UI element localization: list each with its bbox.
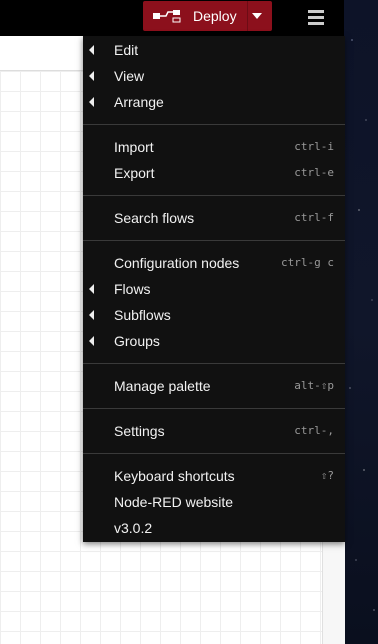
menu-item-version[interactable]: v3.0.2 [83,516,345,540]
caret-left-icon [89,310,94,320]
shortcut-label: ctrl-e [294,166,334,179]
hamburger-menu-icon[interactable] [300,4,332,30]
menu-label: Node-RED website [114,494,234,510]
shortcut-label: alt-⇧p [294,379,334,392]
menu-label: Flows [114,281,151,297]
menu-item-import[interactable]: Import ctrl-i [83,135,345,159]
menu-bar [308,15,324,19]
menu-divider [83,408,345,409]
shortcut-label: ctrl-f [294,211,334,224]
menu-item-search-flows[interactable]: Search flows ctrl-f [83,206,345,230]
caret-left-icon [89,45,94,55]
menu-item-settings[interactable]: Settings ctrl-, [83,419,345,443]
caret-left-icon [89,336,94,346]
menu-label: Settings [114,423,165,439]
menu-item-node-red-website[interactable]: Node-RED website [83,490,345,514]
menu-divider [83,240,345,241]
menu-item-edit[interactable]: Edit [83,38,345,62]
menu-label: Search flows [114,210,195,226]
menu-label: Subflows [114,307,171,323]
menu-item-configuration-nodes[interactable]: Configuration nodes ctrl-g c [83,251,345,275]
caret-left-icon [89,284,94,294]
menu-label: Groups [114,333,160,349]
menu-item-subflows[interactable]: Subflows [83,303,345,327]
menu-item-flows[interactable]: Flows [83,277,345,301]
menu-item-manage-palette[interactable]: Manage palette alt-⇧p [83,374,345,398]
caret-left-icon [89,97,94,107]
menu-divider [83,195,345,196]
menu-label: Configuration nodes [114,255,240,271]
deploy-button[interactable]: Deploy [143,1,272,31]
header-bar: Deploy [0,0,344,36]
menu-bar [308,21,324,25]
menu-item-keyboard-shortcuts[interactable]: Keyboard shortcuts ⇧? [83,464,345,488]
menu-item-groups[interactable]: Groups [83,329,345,353]
menu-item-arrange[interactable]: Arrange [83,90,345,114]
caret-left-icon [89,71,94,81]
menu-label: Import [114,139,154,155]
menu-label: Arrange [114,94,164,110]
menu-label: View [114,68,145,84]
menu-divider [83,363,345,364]
menu-item-view[interactable]: View [83,64,345,88]
shortcut-label: ctrl-, [294,424,334,437]
shortcut-label: ⇧? [320,469,334,482]
menu-item-export[interactable]: Export ctrl-e [83,161,345,185]
menu-divider [83,124,345,125]
deploy-label: Deploy [193,8,237,24]
menu-label: Export [114,165,155,181]
menu-label: Edit [114,42,139,58]
space-background [344,0,378,644]
menu-label: Manage palette [114,378,211,394]
shortcut-label: ctrl-g c [281,256,334,269]
menu-label: Keyboard shortcuts [114,468,235,484]
menu-bar [308,9,324,13]
menu-divider [83,453,345,454]
shortcut-label: ctrl-i [294,140,334,153]
menu-label: v3.0.2 [114,520,153,536]
flow-icon [149,1,185,31]
main-menu-dropdown: Edit View Arrange Import ctrl-i Export c… [83,36,345,542]
caret-down-icon[interactable] [247,1,266,31]
